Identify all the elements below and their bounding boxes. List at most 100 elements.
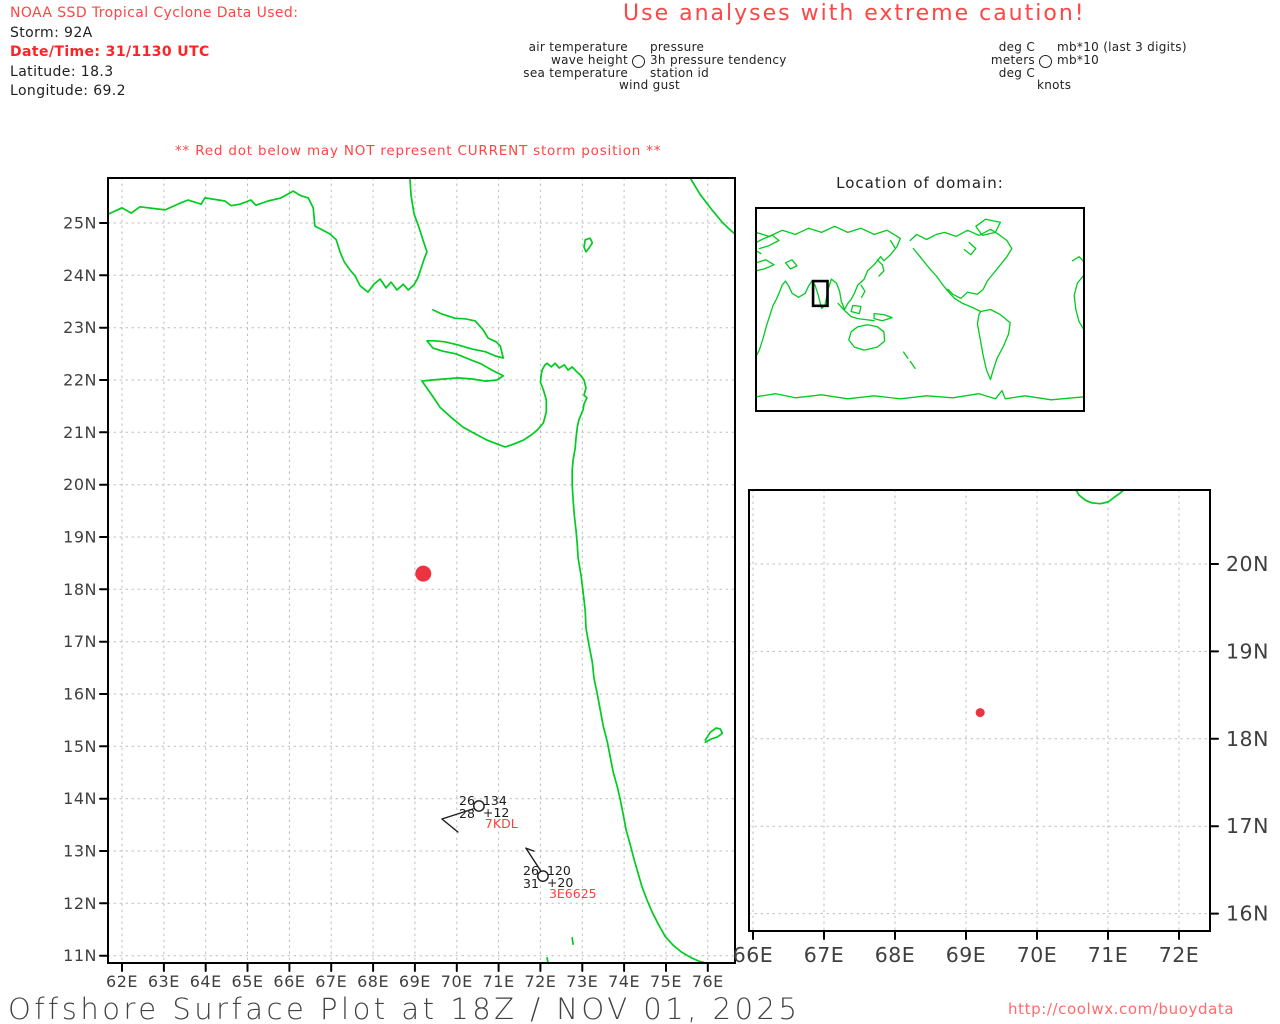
y-tick-label: 16N [63, 685, 97, 704]
y-tick-label: 19N [1226, 639, 1269, 663]
x-tick-label: 62E [106, 972, 138, 991]
world-coastline [1073, 274, 1085, 331]
x-tick-label: 68E [357, 972, 389, 991]
x-tick-label: 75E [650, 972, 682, 991]
y-tick-label: 21N [63, 423, 97, 442]
y-tick-label: 17N [63, 632, 97, 651]
y-tick-label: 15N [63, 737, 97, 756]
units-meters-label: meters [990, 52, 1035, 67]
x-tick-label: 70E [1017, 943, 1058, 967]
y-tick-label: 22N [63, 371, 97, 390]
caution-banner: Use analyses with extreme caution! [623, 1, 1086, 26]
site-url: http://coolwx.com/buoydata [1008, 1000, 1235, 1018]
x-tick-label: 71E [1088, 943, 1129, 967]
y-tick-label: 18N [1226, 727, 1269, 751]
y-tick-label: 18N [63, 580, 97, 599]
x-tick-label: 69E [946, 943, 987, 967]
y-tick-label: 25N [63, 214, 97, 233]
y-tick-label: 16N [1226, 902, 1269, 926]
y-tick-label: 20N [63, 475, 97, 494]
station-sea-temp: 28 [459, 806, 475, 821]
x-tick-label: 68E [875, 943, 916, 967]
units-degc-sea-label: deg C [998, 65, 1035, 80]
storm-info-block: NOAA SSD Tropical Cyclone Data Used: Sto… [10, 4, 298, 102]
y-tick-label: 20N [1226, 552, 1269, 576]
world-coastline [912, 247, 982, 313]
y-tick-label: 11N [63, 946, 97, 965]
coastline [571, 937, 574, 946]
y-tick-label: 12N [63, 894, 97, 913]
latitude-line: Latitude: 18.3 [10, 63, 114, 80]
coastline [689, 177, 736, 235]
x-tick-label: 67E [315, 972, 347, 991]
y-tick-label: 19N [63, 528, 97, 547]
world-coastline [784, 259, 798, 270]
station-model-circle-icon [632, 55, 645, 68]
units-legend-left-column: deg C meters deg C [835, 41, 1035, 79]
units-legend-right-column: mb*10 (last 3 digits) mb*10 [1057, 41, 1187, 67]
world-coastline [902, 351, 909, 359]
world-coastline [976, 308, 1011, 381]
x-tick-label: 71E [483, 972, 515, 991]
station-id-3E6625: 3E6625 [549, 886, 597, 901]
world-coastline [860, 284, 866, 298]
longitude-line: Longitude: 69.2 [10, 83, 126, 99]
world-coastline [963, 241, 977, 256]
world-inset-frame [755, 207, 1085, 412]
x-tick-label: 69E [399, 972, 431, 991]
units-mb10-label: mb*10 [1057, 52, 1100, 67]
world-coastline [755, 390, 1085, 401]
inset-title: Location of domain: [836, 174, 1004, 192]
red-dot-warning: ** Red dot below may NOT represent CURRE… [175, 143, 662, 159]
x-tick-label: 66E [273, 972, 305, 991]
y-tick-label: 23N [63, 318, 97, 337]
station-sea-temp: 31 [523, 876, 539, 891]
units-degc-air-label: deg C [998, 40, 1035, 54]
x-tick-label: 65E [232, 972, 264, 991]
coastline [1075, 488, 1124, 505]
legend-pressure-tendency-label: 3h pressure tendency [650, 52, 787, 67]
units-model-circle-icon [1039, 55, 1052, 68]
x-tick-label: 70E [441, 972, 473, 991]
world-coastline [850, 304, 862, 315]
y-tick-label: 13N [63, 842, 97, 861]
units-mb10-last3-label: mb*10 (last 3 digits) [1057, 40, 1187, 54]
coastline [583, 237, 594, 253]
x-tick-label: 67E [804, 943, 845, 967]
storm-position-dot [975, 708, 985, 718]
x-tick-label: 76E [692, 972, 724, 991]
world-coastline [755, 234, 780, 250]
world-coastline [889, 239, 897, 250]
world-coastline [873, 312, 893, 322]
x-tick-label: 64E [190, 972, 222, 991]
storm-id-line: Storm: 92A [10, 24, 93, 41]
storm-position-dot [415, 565, 432, 582]
x-tick-label: 74E [608, 972, 640, 991]
legend-wind-gust-label: wind gust [619, 78, 681, 92]
world-coastline [876, 259, 885, 277]
x-tick-label: 72E [524, 972, 556, 991]
y-tick-label: 17N [1226, 814, 1269, 838]
x-tick-label: 72E [1159, 943, 1200, 967]
world-coastline [848, 324, 886, 351]
legend-air-temperature-label: air temperature [528, 40, 628, 54]
world-coastline [909, 360, 916, 370]
y-tick-label: 14N [63, 789, 97, 808]
x-tick-label: 66E [733, 943, 774, 967]
x-tick-label: 73E [566, 972, 598, 991]
offshore-surface-plot-page: 62E 63E 64E 65E 66E 67E 68E 69E 70E 71E 72E 73E 74E 7… [0, 0, 1280, 1024]
station-legend-left-column: air temperature wave height sea temperat… [428, 41, 628, 79]
noaa-data-line: NOAA SSD Tropical Cyclone Data Used: [10, 5, 299, 21]
station-id-7KDL: 7KDL [485, 816, 518, 831]
legend-sea-temperature-label: sea temperature [523, 65, 628, 80]
world-coastline [1071, 256, 1085, 263]
legend-wave-height-label: wave height [550, 52, 628, 67]
station-legend-right-column: pressure 3h pressure tendency station id [650, 41, 787, 79]
units-knots-label: knots [1037, 78, 1072, 92]
datetime-line: Date/Time: 31/1130 UTC [10, 44, 210, 60]
legend-pressure-label: pressure [650, 40, 705, 54]
x-tick-label: 63E [148, 972, 180, 991]
world-coastline [755, 259, 775, 272]
y-tick-label: 24N [63, 266, 97, 285]
plot-title: Offshore Surface Plot at 18Z / NOV 01, 2… [8, 992, 801, 1024]
